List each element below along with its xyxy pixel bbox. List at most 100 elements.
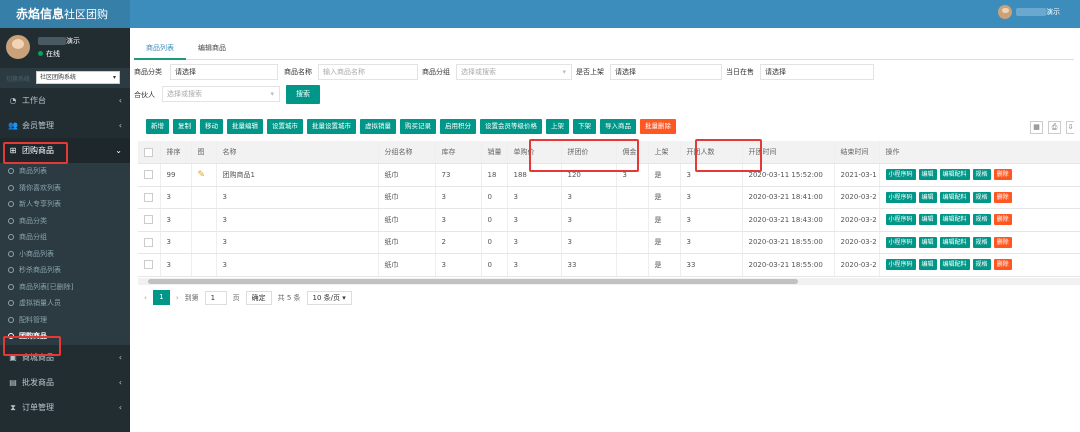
- row-action-button[interactable]: 删除: [993, 259, 1012, 271]
- toolbar-button[interactable]: 购买记录: [400, 119, 436, 134]
- column-header[interactable]: 排序: [160, 141, 192, 164]
- toolbar-button[interactable]: 新增: [146, 119, 169, 134]
- current-page[interactable]: 1: [152, 290, 170, 305]
- submenu-item[interactable]: 小商品列表: [0, 246, 130, 263]
- toolbar-button[interactable]: 上架: [546, 119, 569, 134]
- next-page-icon[interactable]: ›: [176, 294, 179, 302]
- user-menu[interactable]: 演示: [998, 5, 1060, 19]
- select-all-checkbox[interactable]: [144, 147, 153, 157]
- toolbar-button[interactable]: 设置会员等级价格: [480, 119, 542, 134]
- row-action-button[interactable]: 规格: [972, 236, 991, 248]
- top-header: 赤焰信息社区团购 演示: [0, 0, 1080, 28]
- column-header[interactable]: 销量: [481, 141, 508, 164]
- row-action-button[interactable]: 删除: [993, 236, 1012, 248]
- row-action-button[interactable]: 编辑: [918, 259, 937, 271]
- search-button[interactable]: 搜索: [286, 85, 320, 104]
- column-header[interactable]: 结束时间: [834, 141, 880, 164]
- row-action-button[interactable]: 编辑: [918, 214, 937, 226]
- toolbar-button[interactable]: 导入商品: [600, 119, 636, 134]
- per-page-select[interactable]: 10 条/页 ▾: [306, 290, 352, 305]
- system-select[interactable]: 社区团购系统 ▾: [36, 71, 120, 84]
- nav-item-users[interactable]: 👥 会员管理 ‹: [0, 113, 130, 138]
- row-action-button[interactable]: 编辑配料: [939, 191, 970, 203]
- circle-icon: [8, 184, 14, 191]
- row-action-button[interactable]: 删除: [993, 191, 1012, 203]
- row-action-button[interactable]: 小程序码: [885, 169, 916, 181]
- row-checkbox[interactable]: [144, 237, 153, 247]
- column-header[interactable]: 图: [191, 141, 217, 164]
- submenu-item[interactable]: 新人专享列表: [0, 196, 130, 213]
- toolbar-button[interactable]: 虚拟销量: [360, 119, 396, 134]
- column-header[interactable]: 库存: [435, 141, 482, 164]
- table-cell: 2020-03-2: [834, 186, 880, 209]
- row-action-button[interactable]: 小程序码: [885, 236, 916, 248]
- nav-item-dashboard[interactable]: ◔ 工作台 ‹: [0, 88, 130, 113]
- category-select[interactable]: 请选择: [170, 64, 278, 80]
- submenu-item[interactable]: 猜你喜欢列表: [0, 180, 130, 197]
- submenu-item[interactable]: 秒杀商品列表: [0, 262, 130, 279]
- prev-page-icon[interactable]: ‹: [144, 294, 147, 302]
- row-action-button[interactable]: 删除: [993, 169, 1012, 181]
- sidebar-user-name: 演示: [38, 36, 80, 46]
- nav-item-hourglass[interactable]: ⧗ 订单管理 ‹: [0, 395, 130, 420]
- submenu-item[interactable]: 商品列表: [0, 163, 130, 180]
- toolbar-button[interactable]: 移动: [200, 119, 223, 134]
- table-cell: 2020-03-21 18:41:00: [742, 186, 835, 209]
- row-checkbox[interactable]: [144, 260, 153, 270]
- row-action-button[interactable]: 小程序码: [885, 259, 916, 271]
- table-cell: 3: [435, 253, 482, 277]
- submenu-item[interactable]: 配料管理: [0, 312, 130, 329]
- row-checkbox[interactable]: [144, 215, 153, 225]
- actions-cell: 小程序码 编辑 编辑配料 规格 删除: [879, 186, 1080, 209]
- row-action-button[interactable]: 删除: [993, 214, 1012, 226]
- row-action-button[interactable]: 规格: [972, 169, 991, 181]
- columns-icon[interactable]: ▦: [1030, 121, 1043, 134]
- row-action-button[interactable]: 规格: [972, 214, 991, 226]
- column-header[interactable]: 分组名称: [378, 141, 436, 164]
- export-icon[interactable]: ⇩: [1066, 121, 1074, 134]
- print-icon[interactable]: ⎙: [1048, 121, 1061, 134]
- circle-icon: [8, 168, 14, 175]
- submenu-item[interactable]: 虚拟销量人员: [0, 295, 130, 312]
- row-action-button[interactable]: 编辑: [918, 191, 937, 203]
- row-action-button[interactable]: 编辑配料: [939, 169, 970, 181]
- tab-product-list[interactable]: 商品列表: [134, 37, 186, 60]
- submenu-item[interactable]: 商品分类: [0, 213, 130, 230]
- column-header[interactable]: 上架: [648, 141, 681, 164]
- tab-edit-product[interactable]: 编辑商品: [186, 37, 238, 60]
- toolbar-button[interactable]: 设置城市: [267, 119, 303, 134]
- toolbar-button[interactable]: 复制: [173, 119, 196, 134]
- submenu-item[interactable]: 商品分组: [0, 229, 130, 246]
- row-action-button[interactable]: 编辑: [918, 169, 937, 181]
- row-action-button[interactable]: 编辑配料: [939, 214, 970, 226]
- column-header[interactable]: 名称: [216, 141, 379, 164]
- row-action-button[interactable]: 小程序码: [885, 191, 916, 203]
- toolbar-button[interactable]: 批量编辑: [227, 119, 263, 134]
- goto-confirm-button[interactable]: 确定: [245, 290, 272, 305]
- table-cell: 2020-03-2: [834, 208, 880, 232]
- row-action-button[interactable]: 规格: [972, 191, 991, 203]
- toolbar-button[interactable]: 启用积分: [440, 119, 476, 134]
- row-checkbox[interactable]: [144, 192, 153, 202]
- row-action-button[interactable]: 规格: [972, 259, 991, 271]
- row-action-button[interactable]: 编辑配料: [939, 259, 970, 271]
- circle-icon: [8, 283, 14, 290]
- partner-select[interactable]: 选择或搜索 ▾: [162, 86, 280, 102]
- horizontal-scrollbar[interactable]: [138, 278, 1080, 285]
- row-action-button[interactable]: 小程序码: [885, 214, 916, 226]
- onsale-select[interactable]: 请选择: [610, 64, 722, 80]
- toolbar-button[interactable]: 批量设置城市: [307, 119, 356, 134]
- goto-page-input[interactable]: 1: [204, 290, 227, 305]
- submenu-item[interactable]: 商品列表[已删除]: [0, 279, 130, 296]
- batch-delete-button[interactable]: 批量删除: [640, 119, 676, 134]
- today-select[interactable]: 请选择: [760, 64, 874, 80]
- chevron-icon: ‹: [118, 377, 122, 387]
- row-checkbox[interactable]: [144, 170, 153, 180]
- toolbar-button[interactable]: 下架: [573, 119, 596, 134]
- nav-item-briefcase[interactable]: ▤ 批发商品 ‹: [0, 370, 130, 395]
- app-logo[interactable]: 赤焰信息社区团购: [0, 0, 130, 28]
- row-action-button[interactable]: 编辑: [918, 236, 937, 248]
- name-input[interactable]: 输入商品名称: [318, 64, 418, 80]
- group-select[interactable]: 选择或搜索 ▾: [456, 64, 572, 80]
- row-action-button[interactable]: 编辑配料: [939, 236, 970, 248]
